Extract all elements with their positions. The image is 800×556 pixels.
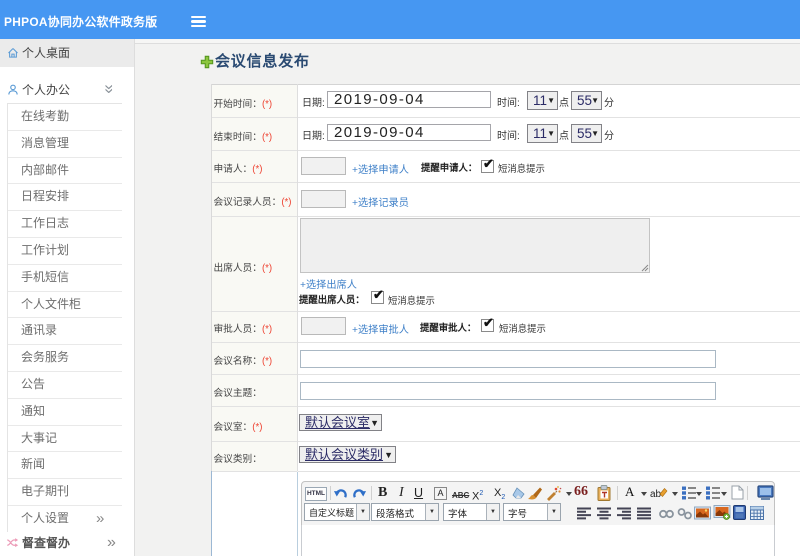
svg-text:ab: ab	[650, 489, 662, 500]
